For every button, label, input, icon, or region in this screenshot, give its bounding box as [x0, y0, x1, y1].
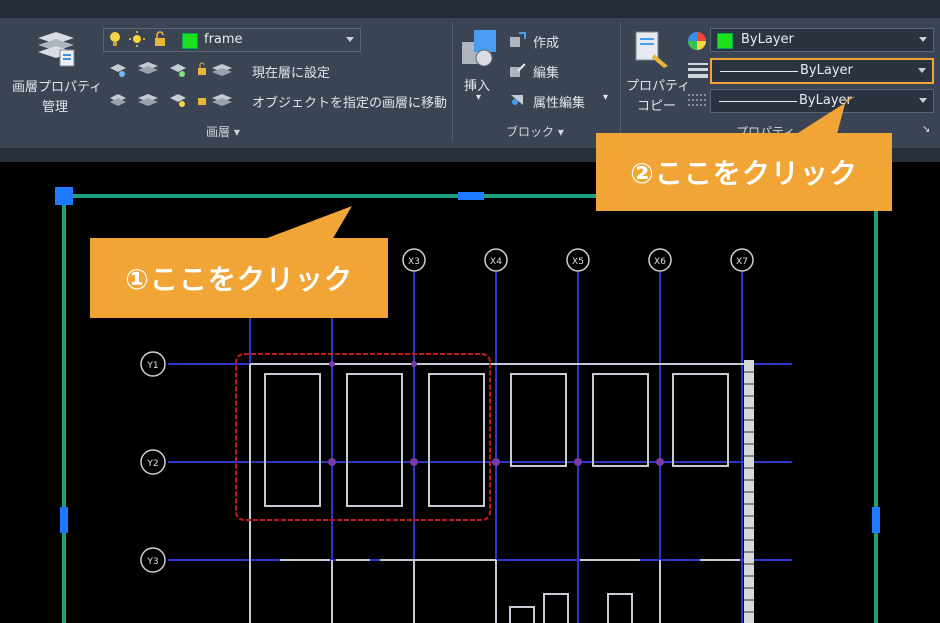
chevron-down-icon[interactable]: [918, 68, 926, 73]
layer-dropdown[interactable]: frame: [103, 28, 361, 52]
revision-cloud: [235, 353, 491, 521]
column-bubble: X4: [484, 248, 508, 272]
row-bubble: Y1: [140, 351, 166, 377]
panel-divider: [620, 22, 621, 140]
color-wheel-icon[interactable]: [687, 31, 707, 55]
column-bubble: X6: [648, 248, 672, 272]
chevron-down-icon[interactable]: [919, 98, 927, 103]
grip-handle-left-mid[interactable]: [60, 507, 68, 533]
row-bubble: Y2: [140, 449, 166, 475]
match-properties-label-2[interactable]: コピー: [637, 95, 676, 114]
linetype-dropdown-value: ByLayer: [799, 93, 852, 108]
lineweight-dropdown[interactable]: ByLayer: [710, 58, 934, 84]
create-block-button[interactable]: 作成: [533, 32, 559, 51]
lineweight-dropdown-value: ByLayer: [800, 63, 853, 78]
chevron-down-icon: ▾: [557, 125, 564, 139]
callout-second-text: ②ここをクリック: [630, 157, 858, 190]
layer-dropdown-value: frame: [204, 32, 243, 47]
match-properties-label-1[interactable]: プロパティ: [626, 75, 690, 94]
chevron-down-icon: ▾: [233, 125, 240, 139]
insert-dropdown-icon[interactable]: ▾: [476, 92, 481, 103]
layer-tools-row1-icons[interactable]: [108, 60, 248, 84]
building-outline: [249, 363, 745, 623]
column-bubble: X7: [730, 248, 754, 272]
row-label: Y3: [146, 557, 158, 567]
grip-handle-top-mid[interactable]: [458, 192, 484, 200]
row-label: Y1: [146, 361, 158, 371]
stair-hatch: [744, 371, 754, 613]
match-properties-icon[interactable]: [632, 28, 672, 74]
set-current-layer-button[interactable]: 現在層に設定: [252, 62, 330, 81]
row-label: Y2: [146, 459, 158, 469]
layer-panel-title-text: 画層: [206, 125, 231, 139]
layer-properties-label-2[interactable]: 管理: [42, 96, 68, 115]
column-label: X4: [490, 257, 502, 267]
column-label: X5: [572, 257, 584, 267]
callout-1-pointer: [262, 206, 352, 240]
layer-tools-row2-icons[interactable]: [108, 90, 248, 114]
block-panel-title[interactable]: ブロック ▾: [506, 123, 564, 140]
callout-second: ②ここをクリック: [596, 133, 892, 211]
grid-lines: [168, 272, 792, 623]
edit-attributes-button[interactable]: 属性編集: [533, 92, 585, 111]
linetype-icon[interactable]: [688, 92, 708, 112]
column-label: X6: [654, 257, 666, 267]
create-block-icon[interactable]: [509, 32, 527, 52]
grip-handle-right-mid[interactable]: [872, 507, 880, 533]
block-panel-title-text: ブロック: [506, 125, 555, 139]
move-to-layer-button[interactable]: オブジェクトを指定の画層に移動: [252, 92, 447, 111]
edit-block-icon[interactable]: [509, 62, 527, 82]
layer-color-swatch: [182, 33, 198, 49]
layer-panel-title[interactable]: 画層 ▾: [206, 123, 240, 140]
panel-divider: [452, 22, 453, 140]
column-bubble: X5: [566, 248, 590, 272]
panel-launcher-icon[interactable]: ↘: [922, 124, 930, 135]
linetype-sample-line: [719, 101, 797, 102]
color-dropdown[interactable]: ByLayer: [710, 28, 934, 52]
column-bubble: X3: [402, 248, 426, 272]
drawing-canvas[interactable]: X3 X4 X5 X6 X7 Y1 Y2 Y3: [0, 162, 940, 623]
lineweight-icon[interactable]: [688, 62, 708, 82]
layer-properties-icon[interactable]: [34, 28, 78, 74]
lineweight-sample-line: [720, 71, 798, 72]
callout-first: ①ここをクリック: [90, 238, 388, 318]
column-label: X7: [736, 257, 748, 267]
grip-handle-corner[interactable]: [55, 187, 73, 205]
linetype-dropdown[interactable]: ByLayer: [710, 89, 934, 113]
attr-edit-dropdown-icon[interactable]: ▾: [603, 92, 608, 103]
ribbon: 画層プロパティ 管理 frame 現在層に設定 オブジェクトを指定の画層に移動 …: [0, 0, 940, 148]
column-label: X3: [408, 257, 420, 267]
row-bubble: Y3: [140, 547, 166, 573]
layer-properties-label-1[interactable]: 画層プロパティ: [12, 76, 102, 95]
chevron-down-icon[interactable]: [346, 37, 354, 42]
edit-attributes-icon[interactable]: [509, 92, 527, 112]
callout-first-text: ①ここをクリック: [125, 263, 353, 296]
edit-block-button[interactable]: 編集: [533, 62, 559, 81]
color-swatch: [717, 33, 733, 49]
ribbon-top-bar: [0, 0, 940, 18]
chevron-down-icon[interactable]: [919, 37, 927, 42]
color-dropdown-value: ByLayer: [741, 32, 794, 47]
insert-block-icon[interactable]: [460, 28, 500, 74]
